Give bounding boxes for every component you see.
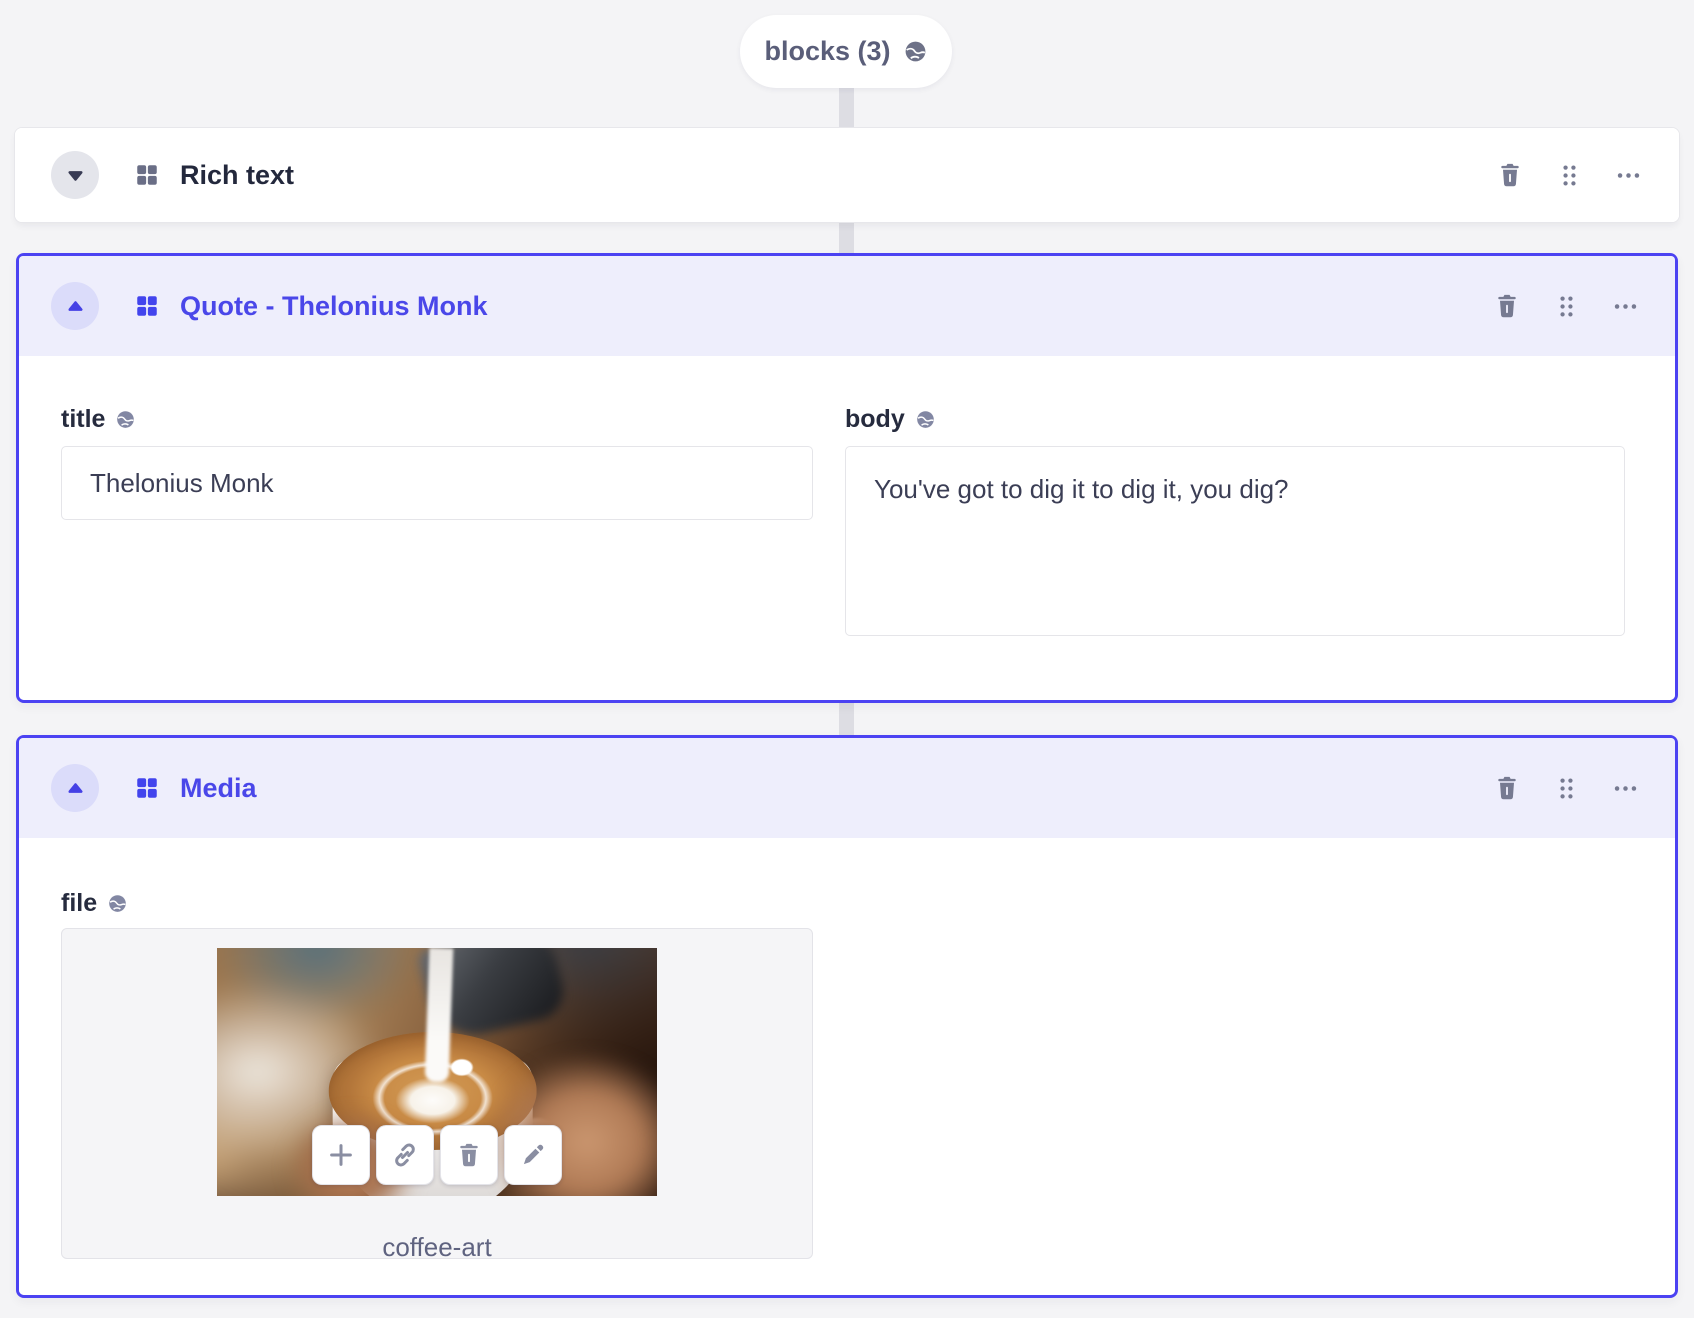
blocks-editor: blocks (3) Rich text Quote - Thelonius M…: [0, 0, 1694, 1318]
remove-file-button[interactable]: [440, 1125, 498, 1185]
localized-globe-icon: [107, 893, 128, 914]
field-body: body You've got to dig it to dig it, you…: [845, 404, 1625, 636]
body-textarea[interactable]: You've got to dig it to dig it, you dig?: [845, 446, 1625, 636]
field-title: title: [61, 404, 813, 520]
block-header-media[interactable]: Media: [19, 738, 1675, 838]
pencil-icon: [519, 1141, 547, 1169]
ellipsis-icon: [1612, 293, 1639, 320]
delete-block-button[interactable]: [1493, 292, 1521, 320]
link-icon: [390, 1140, 420, 1170]
blocks-field-label: blocks (3): [764, 36, 891, 66]
title-input[interactable]: [61, 446, 813, 520]
collapse-toggle-button[interactable]: [51, 151, 99, 199]
drag-handle-icon: [1553, 293, 1580, 320]
block-row-media: Media file coffee-art: [16, 735, 1678, 1298]
chevron-down-icon: [65, 165, 86, 186]
block-title: Rich text: [180, 159, 295, 190]
localized-globe-icon: [115, 409, 136, 430]
file-upload-card: coffee-art: [61, 928, 813, 1262]
drag-handle-icon: [1556, 162, 1583, 189]
more-options-button[interactable]: [1612, 293, 1639, 320]
filename-label: coffee-art: [382, 1232, 492, 1262]
block-content-media: file coffee-art: [19, 838, 1675, 1295]
chevron-up-icon: [65, 778, 86, 799]
delete-block-button[interactable]: [1496, 161, 1524, 189]
link-file-button[interactable]: [376, 1125, 434, 1185]
field-label-body: body: [845, 404, 905, 433]
add-file-button[interactable]: [312, 1125, 370, 1185]
block-header-rich-text[interactable]: Rich text: [15, 128, 1679, 222]
block-header-quote[interactable]: Quote - Thelonius Monk: [19, 256, 1675, 356]
more-options-button[interactable]: [1612, 775, 1639, 802]
chevron-up-icon: [65, 296, 86, 317]
more-options-button[interactable]: [1615, 162, 1642, 189]
delete-block-button[interactable]: [1493, 774, 1521, 802]
trash-icon: [1493, 774, 1521, 802]
drag-handle[interactable]: [1556, 162, 1583, 189]
drag-handle[interactable]: [1553, 775, 1580, 802]
block-type-grid-icon: [134, 775, 160, 801]
trash-icon: [455, 1141, 483, 1169]
block-title: Quote - Thelonius Monk: [180, 290, 488, 321]
collapse-toggle-button[interactable]: [51, 282, 99, 330]
edit-file-button[interactable]: [504, 1125, 562, 1185]
drag-handle-icon: [1553, 775, 1580, 802]
field-label-file: file: [61, 888, 98, 917]
ellipsis-icon: [1615, 162, 1642, 189]
block-content-quote: title body You've got to dig it to dig i…: [19, 356, 1675, 700]
field-file: file coffee-art: [61, 888, 813, 1262]
block-row-quote: Quote - Thelonius Monk title Thelonius M…: [16, 253, 1678, 703]
ellipsis-icon: [1612, 775, 1639, 802]
block-title: Media: [180, 772, 257, 803]
trash-icon: [1493, 292, 1521, 320]
collapse-toggle-button[interactable]: [51, 764, 99, 812]
localized-globe-icon: [915, 409, 936, 430]
drag-handle[interactable]: [1553, 293, 1580, 320]
upload-toolbar: [312, 1125, 562, 1185]
block-row-rich-text: Rich text: [14, 127, 1680, 223]
trash-icon: [1496, 161, 1524, 189]
blocks-field-pill: blocks (3): [740, 15, 952, 88]
upload-thumbnail-wrap: [217, 948, 657, 1196]
field-label-title: title: [61, 404, 106, 433]
plus-icon: [326, 1140, 356, 1170]
globe-icon: [903, 39, 928, 64]
block-type-grid-icon: [134, 162, 160, 188]
block-type-grid-icon: [134, 293, 160, 319]
